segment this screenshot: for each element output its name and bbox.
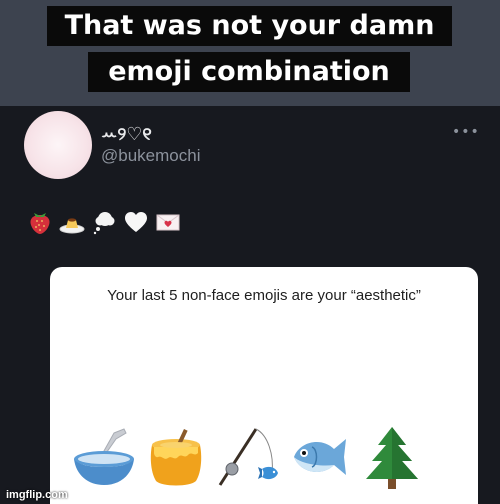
tweet: ꕀ୨♡୧ @bukemochi ••• Your last 5 non-face… — [0, 106, 500, 504]
user-handle[interactable]: @bukemochi — [101, 146, 200, 166]
fish-icon — [288, 425, 352, 489]
custard-pudding-icon — [58, 208, 86, 236]
love-letter-icon — [154, 208, 182, 236]
quiz-card: Your last 5 non-face emojis are your “ae… — [50, 267, 478, 504]
watermark: imgflip.com — [6, 489, 68, 501]
avatar[interactable] — [24, 111, 92, 179]
honey-pot-icon — [144, 425, 208, 489]
card-emoji-row — [72, 425, 424, 489]
meme-caption-line-2: emoji combination — [88, 52, 410, 92]
more-options-icon[interactable]: ••• — [452, 124, 480, 140]
card-caption: Your last 5 non-face emojis are your “ae… — [107, 287, 421, 304]
white-heart-icon — [122, 208, 150, 236]
strawberry-icon — [26, 208, 54, 236]
thought-bubble-icon — [90, 208, 118, 236]
bowl-with-spoon-icon — [72, 425, 136, 489]
evergreen-tree-icon — [360, 425, 424, 489]
tweet-emoji-row — [26, 207, 182, 237]
fishing-pole-icon — [216, 425, 280, 489]
display-name[interactable]: ꕀ୨♡୧ — [101, 124, 152, 145]
meme-caption-line-1: That was not your damn — [47, 6, 452, 46]
